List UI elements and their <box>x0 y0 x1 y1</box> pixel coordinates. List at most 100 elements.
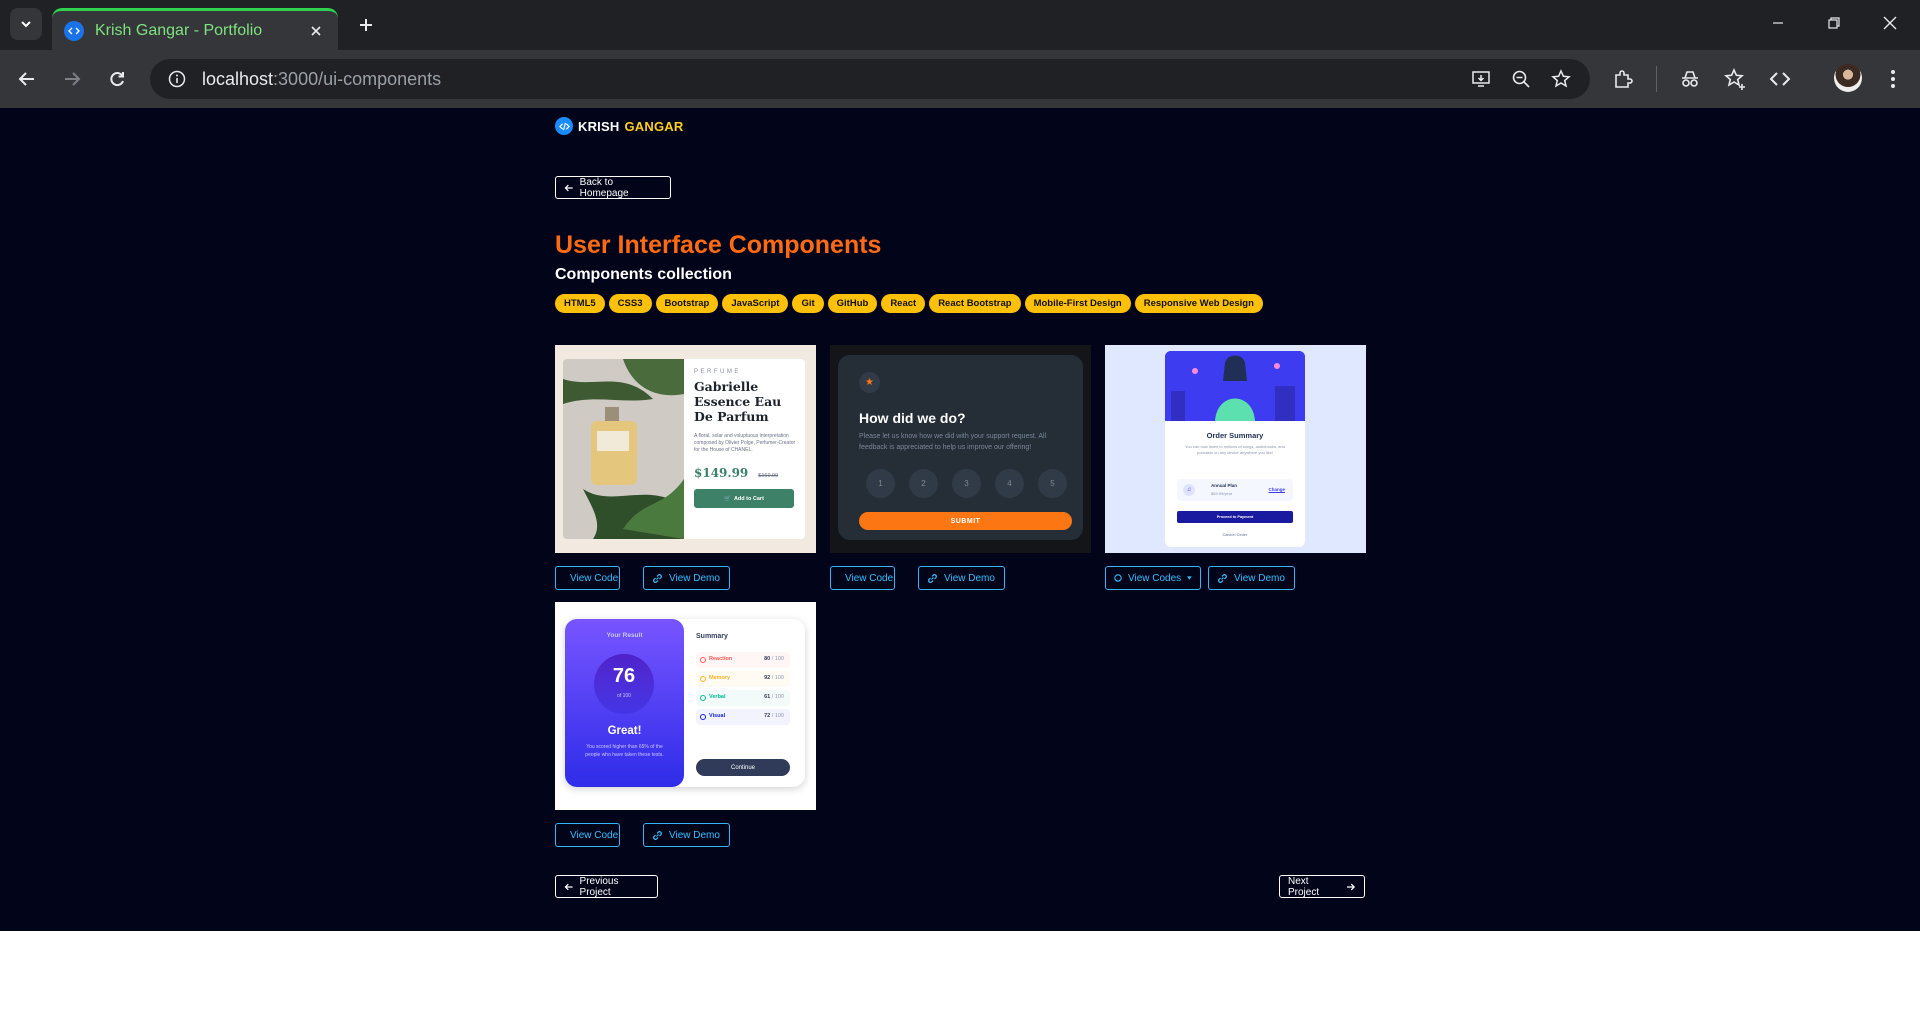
bookmark-star-icon[interactable] <box>1548 66 1574 92</box>
view-demo-button-2[interactable]: View Demo <box>918 566 1005 590</box>
project-thumbnail-results-summary[interactable]: Your Result 76 of 100 Great! You scored … <box>555 602 816 810</box>
tab-search-button[interactable] <box>10 8 42 40</box>
close-icon[interactable] <box>306 21 326 41</box>
summary-row-memory: Memory 92 / 100 <box>696 671 790 687</box>
link-icon <box>653 573 662 583</box>
minimize-icon <box>1773 22 1783 24</box>
row-label: Verbal <box>709 694 726 700</box>
main-content: KRISH GANGAR Back to Homepage User Inter… <box>555 108 1366 931</box>
plan-name: Annual Plan <box>1211 483 1238 488</box>
back-to-homepage-button[interactable]: Back to Homepage <box>555 176 671 199</box>
rating-options: 1 2 3 4 5 <box>866 469 1067 498</box>
summary-row-visual: Visual 72 / 100 <box>696 709 790 725</box>
page-title: User Interface Components <box>555 231 882 259</box>
site-brand[interactable]: KRISH GANGAR <box>555 117 683 135</box>
brain-icon <box>700 676 706 682</box>
project-thumbnail-perfume[interactable]: PERFUME Gabrielle Essence Eau De Parfum … <box>555 345 816 553</box>
view-code-button-2[interactable]: View Code <box>830 566 895 590</box>
project-thumbnail-order-summary[interactable]: Order Summary You can now listen to mill… <box>1105 345 1366 553</box>
back-nav-button[interactable] <box>10 62 44 96</box>
tab-title: Krish Gangar - Portfolio <box>95 21 263 39</box>
continue-button: Continue <box>696 759 790 776</box>
view-code-label: View Code <box>845 572 894 584</box>
order-description: You can now listen to millions of songs,… <box>1185 444 1285 455</box>
new-tab-button[interactable] <box>350 9 382 41</box>
tech-tags: HTML5 CSS3 Bootstrap JavaScript Git GitH… <box>555 294 1263 313</box>
profile-avatar[interactable] <box>1834 64 1862 92</box>
rating-question: How did we do? <box>859 410 966 426</box>
reload-button[interactable] <box>100 62 134 96</box>
arrow-right-icon <box>1347 883 1356 890</box>
results-card: Your Result 76 of 100 Great! You scored … <box>565 619 805 787</box>
cancel-order-link: Cancel Order <box>1222 532 1248 537</box>
view-demo-button-1[interactable]: View Demo <box>643 566 730 590</box>
view-demo-label: View Demo <box>1234 572 1285 584</box>
row-label: Reaction <box>709 656 733 662</box>
browser-tab-active[interactable]: Krish Gangar - Portfolio <box>52 8 338 50</box>
extensions-puzzle-icon[interactable] <box>1606 62 1640 96</box>
close-window-button[interactable] <box>1862 0 1918 46</box>
brand-first-name: KRISH <box>578 118 620 134</box>
devtools-code-icon[interactable] <box>1763 62 1797 96</box>
view-codes-dropdown[interactable]: View Codes <box>1105 566 1201 590</box>
link-icon <box>928 573 937 583</box>
close-icon <box>1883 16 1897 30</box>
order-title: Order Summary <box>1206 431 1264 440</box>
view-demo-label: View Demo <box>944 572 995 584</box>
view-code-label: View Code <box>570 829 619 841</box>
eye-icon <box>700 714 706 720</box>
add-to-cart-button: 🛒 Add to Cart <box>694 489 794 508</box>
minimize-button[interactable] <box>1750 0 1806 46</box>
tag-responsive: Responsive Web Design <box>1134 294 1263 313</box>
plus-icon <box>360 19 372 31</box>
favorites-star-icon[interactable] <box>1718 62 1752 96</box>
row-max: / 100 <box>770 656 784 662</box>
rating-option: 4 <box>995 469 1024 498</box>
reload-icon <box>110 72 124 87</box>
rating-option: 3 <box>952 469 981 498</box>
page-body: KRISH GANGAR Back to Homepage User Inter… <box>0 108 1920 931</box>
view-code-button-1[interactable]: View Code <box>555 566 620 590</box>
view-demo-button-4[interactable]: View Demo <box>643 823 730 847</box>
rating-submit: SUBMIT <box>859 512 1072 530</box>
restore-button[interactable] <box>1806 0 1862 46</box>
tag-react: React <box>881 294 926 313</box>
next-project-button[interactable]: Next Project <box>1279 875 1365 898</box>
perfume-price: $149.99 <box>694 466 749 480</box>
chat-icon <box>700 695 706 701</box>
previous-project-button[interactable]: Previous Project <box>555 875 658 898</box>
proceed-payment-button: Proceed to Payment <box>1177 511 1293 523</box>
link-icon <box>653 830 662 840</box>
rating-description: Please let us know how we did with your … <box>859 433 1047 451</box>
view-codes-label: View Codes <box>1128 572 1182 584</box>
project-thumbnail-rating[interactable]: ★ How did we do? Please let us know how … <box>830 345 1091 553</box>
tag-mobile-first: Mobile-First Design <box>1024 294 1131 313</box>
arrow-left-icon <box>18 72 34 86</box>
perfume-name: Gabrielle Essence Eau De Parfum <box>694 379 782 424</box>
url-path: :3000/ui-components <box>273 68 442 89</box>
install-app-icon[interactable] <box>1468 66 1494 92</box>
view-demo-button-3[interactable]: View Demo <box>1208 566 1295 590</box>
link-icon <box>1218 573 1227 583</box>
view-code-button-4[interactable]: View Code <box>555 823 620 847</box>
address-bar[interactable]: localhost:3000/ui-components <box>150 59 1590 99</box>
rating-option: 1 <box>866 469 895 498</box>
arrow-left-icon <box>564 184 573 191</box>
score-value: 76 <box>612 665 636 687</box>
more-menu-icon[interactable] <box>1876 62 1910 96</box>
zoom-out-icon[interactable] <box>1508 66 1534 92</box>
incognito-icon[interactable] <box>1673 62 1707 96</box>
arrow-right-icon <box>65 72 81 86</box>
rating-option: 2 <box>909 469 938 498</box>
tag-github: GitHub <box>827 294 878 313</box>
forward-nav-button[interactable] <box>55 62 89 96</box>
info-icon[interactable] <box>164 66 190 92</box>
perfume-kicker: PERFUME <box>694 369 741 375</box>
view-demo-label: View Demo <box>669 829 720 841</box>
row-label: Memory <box>709 675 731 681</box>
tag-bootstrap: Bootstrap <box>655 294 719 313</box>
row-label: Visual <box>709 713 726 719</box>
next-project-label: Next Project <box>1288 875 1320 898</box>
view-code-label: View Code <box>570 572 619 584</box>
tag-html5: HTML5 <box>555 294 605 313</box>
